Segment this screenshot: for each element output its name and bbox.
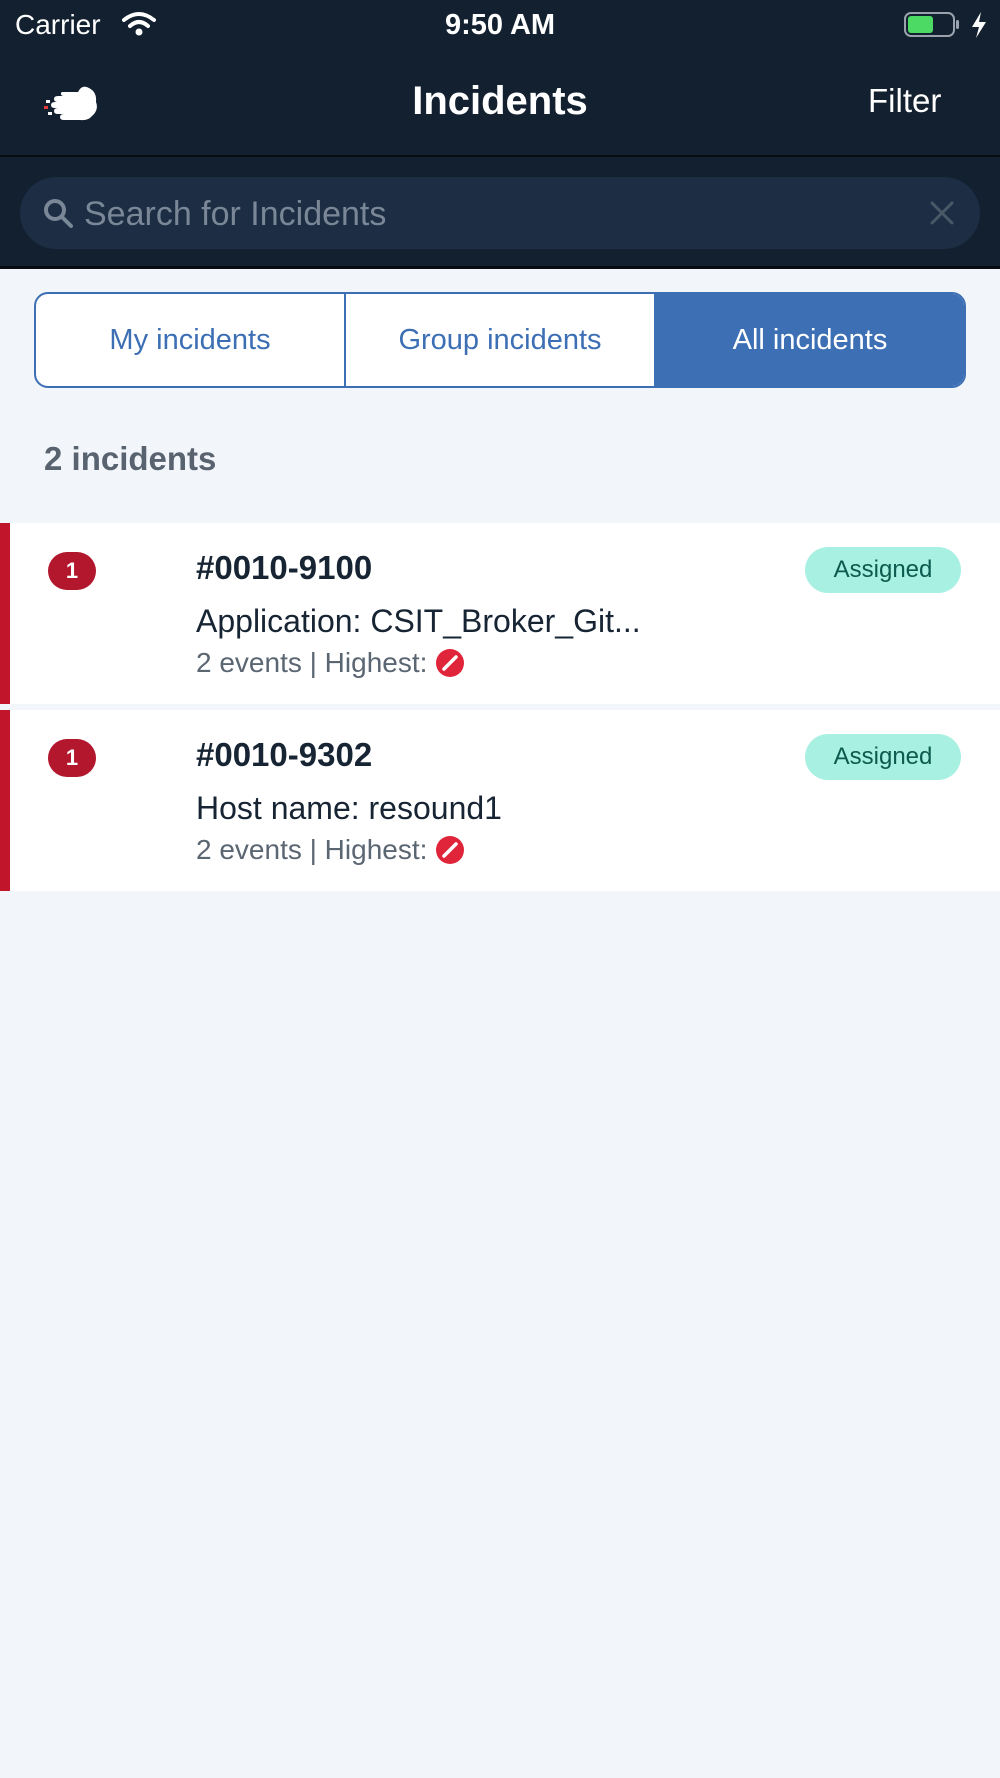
incident-id: #0010-9302 <box>196 736 373 773</box>
battery-icon <box>904 12 959 37</box>
tab-group-incidents[interactable]: Group incidents <box>344 294 654 386</box>
incident-description: Application: CSIT_Broker_Git... <box>196 603 641 639</box>
incident-meta: 2 events | Highest: <box>196 834 465 866</box>
incident-scope-tabs: My incidents Group incidents All inciden… <box>34 292 966 388</box>
tab-my-incidents[interactable]: My incidents <box>36 294 344 386</box>
status-badge: Assigned <box>805 734 961 780</box>
events-summary: 2 events | Highest: <box>196 834 428 865</box>
incident-count: 2 incidents <box>44 440 217 477</box>
incident-meta: 2 events | Highest: <box>196 647 465 679</box>
top-bar: Carrier 9:50 AM Incidents Filter <box>0 0 1000 155</box>
incident-id: #0010-9100 <box>196 549 373 586</box>
search-field[interactable] <box>20 177 980 249</box>
incident-row[interactable]: 1 #0010-9302 Host name: resound1 2 event… <box>0 710 1000 891</box>
search-input[interactable] <box>82 188 926 240</box>
clock: 9:50 AM <box>444 9 556 41</box>
tab-all-incidents[interactable]: All incidents <box>654 294 964 386</box>
clear-search-icon[interactable] <box>930 201 954 225</box>
incident-row[interactable]: 1 #0010-9100 Application: CSIT_Broker_Gi… <box>0 523 1000 704</box>
incident-description: Host name: resound1 <box>196 790 502 826</box>
events-summary: 2 events | Highest: <box>196 647 428 678</box>
priority-badge: 1 <box>48 552 96 590</box>
search-icon <box>44 199 73 228</box>
status-badge: Assigned <box>805 547 961 593</box>
status-bar: Carrier 9:50 AM <box>0 0 1000 50</box>
priority-badge: 1 <box>48 739 96 777</box>
charging-icon <box>972 12 986 38</box>
filter-button[interactable]: Filter <box>868 82 941 120</box>
search-bar <box>0 155 1000 269</box>
critical-severity-icon <box>436 836 465 864</box>
incident-list: 1 #0010-9100 Application: CSIT_Broker_Gi… <box>0 523 1000 897</box>
page-title: Incidents <box>412 79 588 123</box>
critical-severity-icon <box>436 649 465 677</box>
